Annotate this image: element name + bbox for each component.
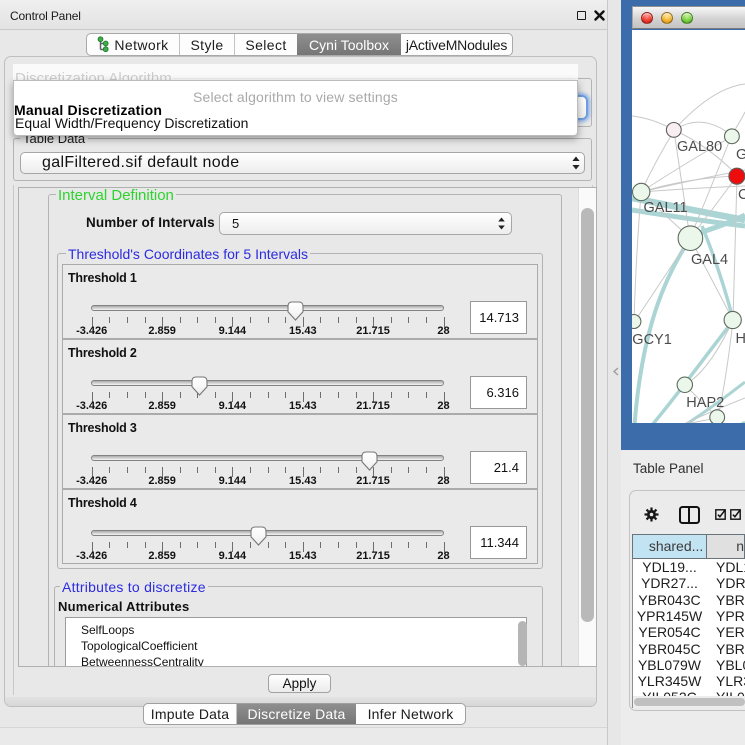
svg-text:GAL80: GAL80 [677, 139, 722, 155]
svg-text:GAL4: GAL4 [691, 252, 728, 268]
svg-text:HAP2: HAP2 [686, 395, 724, 411]
svg-text:G...: G... [736, 147, 745, 163]
svg-text:GAL11: GAL11 [644, 200, 688, 216]
svg-text:H: H [736, 331, 745, 347]
svg-text:C: C [738, 187, 745, 203]
svg-text:GCY1: GCY1 [632, 332, 672, 348]
